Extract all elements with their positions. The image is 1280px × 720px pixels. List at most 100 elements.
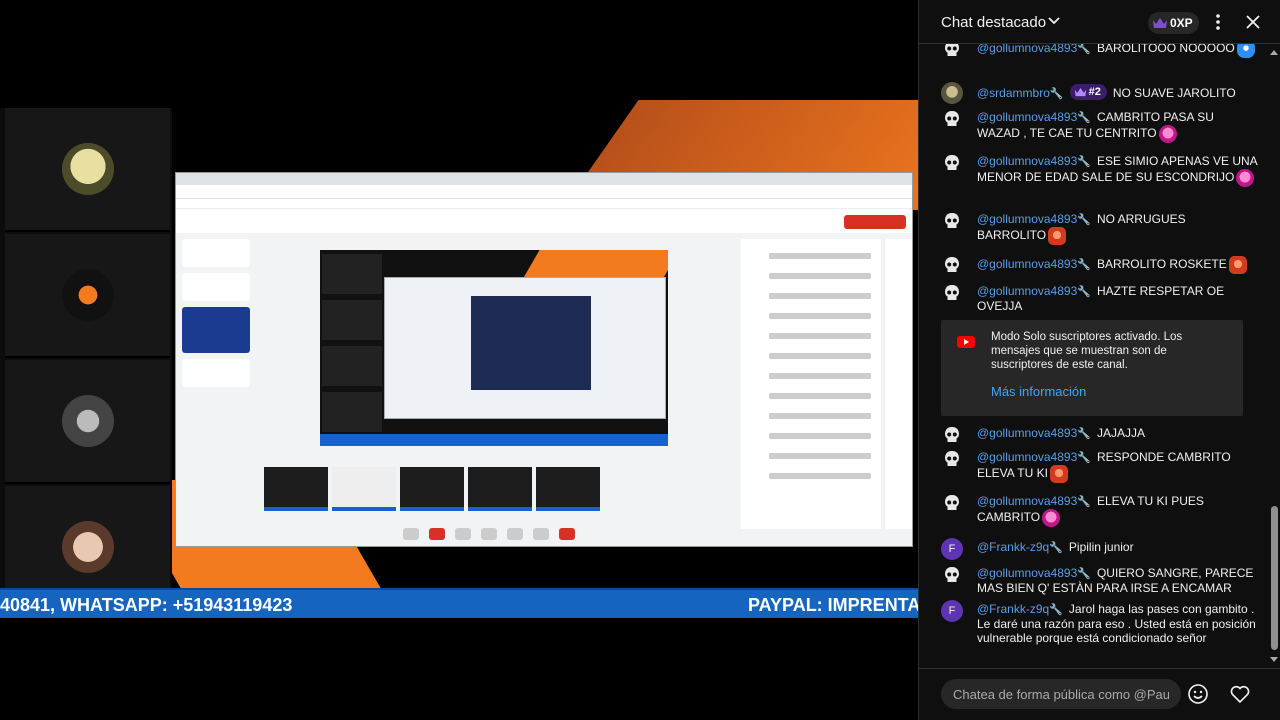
chat-text: Pipilin junior (1068, 540, 1134, 554)
chat-author[interactable]: @gollumnova4893 (977, 257, 1077, 271)
nested-cam (322, 392, 382, 432)
crown-icon (1153, 18, 1167, 28)
custom-emoji-icon (1048, 227, 1067, 245)
chat-author[interactable]: @gollumnova4893 (977, 426, 1077, 440)
chat-mode-title[interactable]: Chat destacado (941, 14, 1046, 31)
chat-author[interactable]: @gollumnova4893 (977, 110, 1077, 124)
custom-emoji-icon (1236, 44, 1255, 58)
panel-block (182, 359, 250, 387)
emoji-icon[interactable] (1187, 683, 1209, 705)
chat-message-list[interactable]: Modo Solo suscriptores activado. Los men… (919, 44, 1267, 666)
skull-avatar-icon (941, 564, 963, 586)
ticker-text-right: PAYPAL: IMPRENTA (748, 595, 918, 615)
chat-author[interactable]: @Frankk-z9q (977, 602, 1049, 616)
scroll-down-arrow[interactable] (1270, 657, 1278, 662)
moderator-wrench-icon: 🔧 (1077, 286, 1091, 298)
shared-screen (175, 172, 913, 547)
chat-header: Chat destacado 0XP (919, 0, 1280, 44)
red-action-button (844, 215, 906, 229)
chat-author[interactable]: @gollumnova4893 (977, 450, 1077, 464)
scene-thumbnail (468, 467, 532, 511)
chat-author[interactable]: @gollumnova4893 (977, 284, 1077, 298)
chat-message-body: @gollumnova4893🔧 ESE SIMIO APENAS VE UNA … (977, 154, 1257, 187)
custom-emoji-icon (1228, 256, 1247, 274)
chat-input[interactable] (941, 679, 1181, 709)
moderator-wrench-icon: 🔧 (1077, 452, 1091, 464)
moderator-wrench-icon: 🔧 (1077, 496, 1091, 508)
chat-scrollbar[interactable] (1267, 44, 1280, 666)
chat-message-body: @gollumnova4893🔧 ELEVA TU KI PUES CAMBRIT… (977, 494, 1257, 527)
moderator-wrench-icon: 🔧 (1049, 88, 1064, 100)
browser-address-bar (176, 185, 912, 199)
chat-text: JAJAJJA (1096, 426, 1145, 440)
panel-block (182, 239, 250, 267)
participant-avatar (61, 521, 114, 573)
chat-message-body: @gollumnova4893🔧 JAJAJJA (977, 426, 1257, 441)
participant-tile (5, 234, 170, 358)
close-icon[interactable] (1245, 14, 1261, 30)
scrollbar-thumb[interactable] (1271, 506, 1278, 650)
more-options-icon[interactable] (1213, 13, 1223, 31)
chat-message-body: @srdammbro🔧 #2 NO SUAVE JAROLITO (977, 84, 1257, 101)
xp-badge[interactable]: 0XP (1148, 12, 1199, 34)
moderator-wrench-icon: 🔧 (1077, 156, 1091, 168)
custom-emoji-icon (1158, 125, 1177, 143)
chat-author[interactable]: @srdammbro (977, 86, 1050, 100)
chat-input-area (919, 668, 1280, 720)
chat-message-body: @gollumnova4893🔧 BARROLITO ROSKETE (977, 256, 1257, 274)
moderator-wrench-icon: 🔧 (1049, 542, 1063, 554)
ticker-banner: 40841, WHATSAPP: +51943119423 PAYPAL: IM… (0, 588, 918, 618)
scene-thumbnail (536, 467, 600, 511)
chat-author[interactable]: @gollumnova4893 (977, 154, 1077, 168)
chat-message-body: @gollumnova4893🔧 NO ARRUGUES BARROLITO (977, 212, 1257, 245)
chat-author[interactable]: @gollumnova4893 (977, 566, 1077, 580)
skull-avatar-icon (941, 424, 963, 446)
moderator-wrench-icon: 🔧 (1077, 44, 1091, 56)
more-info-link[interactable]: Más información (991, 384, 1086, 399)
live-chat-panel: Chat destacado 0XP Modo Solo suscriptore… (918, 0, 1280, 720)
browser-tabs (176, 173, 912, 185)
ticker-text-left: 40841, WHATSAPP: +51943119423 (0, 595, 293, 615)
notice-text: Modo Solo suscriptores activado. Los men… (991, 331, 1183, 371)
chat-text: BAROLITOOO NOOOOO (1096, 44, 1235, 56)
chat-text: NO SUAVE JAROLITO (1112, 86, 1236, 100)
participant-camera-column (0, 108, 172, 610)
moderator-wrench-icon: 🔧 (1077, 568, 1091, 580)
participant-tile (5, 360, 170, 484)
moderator-wrench-icon: 🔧 (1077, 214, 1091, 226)
heart-icon[interactable] (1229, 683, 1251, 705)
skull-avatar-icon (941, 282, 963, 304)
letter-avatar: F (941, 600, 963, 622)
nested-cam (322, 254, 382, 294)
chat-author[interactable]: @gollumnova4893 (977, 44, 1077, 55)
moderator-wrench-icon: 🔧 (1077, 112, 1091, 124)
participant-tile (5, 108, 170, 232)
skull-avatar-icon (941, 44, 963, 60)
participant-avatar (61, 269, 114, 321)
skull-avatar-icon (941, 108, 963, 130)
nested-cam (322, 300, 382, 340)
youtube-icon (957, 336, 975, 348)
video-player[interactable]: 40841, WHATSAPP: +51943119423 PAYPAL: IM… (0, 0, 918, 720)
chat-text: BARROLITO ROSKETE (1096, 257, 1227, 272)
rank-label: #2 (1088, 86, 1101, 98)
moderator-wrench-icon: 🔧 (1049, 604, 1063, 616)
nested-screen-content (471, 296, 591, 390)
scene-thumbnail (400, 467, 464, 511)
scroll-up-arrow[interactable] (1270, 50, 1278, 55)
chat-message-body: @gollumnova4893🔧 RESPONDE CAMBRITO ELEVA … (977, 450, 1257, 483)
crown-icon (1074, 87, 1086, 97)
chat-message-body: @gollumnova4893🔧 CAMBRITO PASA SU WAZAD ,… (977, 110, 1257, 143)
skull-avatar-icon (941, 492, 963, 514)
skull-avatar-icon (941, 448, 963, 470)
app-toolbar (176, 209, 912, 233)
chat-author[interactable]: @gollumnova4893 (977, 212, 1077, 226)
custom-emoji-icon (1042, 509, 1061, 527)
chat-author[interactable]: @Frankk-z9q (977, 540, 1049, 554)
panel-block (182, 273, 250, 301)
chat-author[interactable]: @gollumnova4893 (977, 494, 1077, 508)
skull-avatar-icon (941, 210, 963, 232)
skull-avatar-icon (941, 152, 963, 174)
chevron-down-icon[interactable] (1047, 14, 1061, 28)
letter-avatar: F (941, 538, 963, 560)
